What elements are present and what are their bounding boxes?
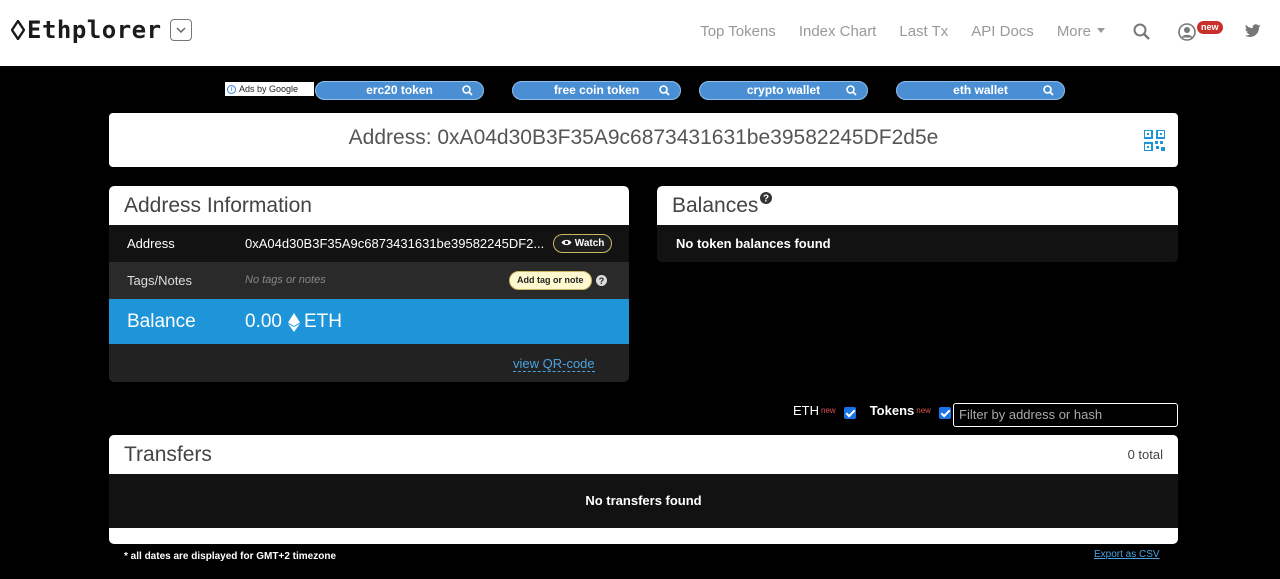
ad-pill-label: free coin token — [553, 83, 640, 97]
ad-pill-free-coin-token[interactable]: free coin token — [512, 81, 681, 100]
twitter-icon[interactable] — [1245, 24, 1261, 38]
nav-top-tokens[interactable]: Top Tokens — [700, 23, 776, 40]
search-icon — [462, 85, 473, 96]
panel-header: Transfers 0 total — [109, 435, 1178, 474]
nav-more-label: More — [1056, 23, 1091, 40]
ad-pill-label: erc20 token — [366, 83, 433, 97]
transfers-empty: No transfers found — [109, 474, 1178, 528]
address-information-panel: Address Information Address 0xA04d30B3F3… — [109, 186, 629, 382]
transfer-filters: ETH new Tokens new — [793, 403, 951, 419]
balance-value: 0.00 — [245, 311, 282, 332]
help-icon[interactable]: ? — [596, 275, 607, 286]
ad-pill-erc20-token[interactable]: erc20 token — [315, 81, 484, 100]
tags-label: Tags/Notes — [127, 273, 193, 288]
filter-input[interactable]: Filter by address or hash — [953, 403, 1178, 427]
nav-api-docs[interactable]: API Docs — [971, 23, 1034, 40]
eth-filter-checkbox[interactable] — [843, 406, 856, 419]
search-icon[interactable] — [1133, 23, 1150, 40]
export-csv-link[interactable]: Export as CSV — [1094, 549, 1160, 560]
ad-pill-label: crypto wallet — [746, 83, 821, 97]
transfers-title: Transfers — [124, 443, 212, 466]
panel-title: Address Information — [109, 186, 629, 225]
search-icon — [659, 85, 670, 96]
nav-more[interactable]: More — [1057, 23, 1105, 40]
logo-text: Ethplorer — [27, 16, 162, 44]
help-icon[interactable]: ? — [760, 192, 773, 205]
caret-down-icon — [1097, 28, 1105, 33]
ads-label-text: Ads by Google — [239, 84, 299, 94]
search-icon — [1043, 85, 1054, 96]
logo[interactable]: Ethplorer — [11, 16, 192, 44]
watch-button[interactable]: Watch — [553, 234, 613, 253]
tags-row: Tags/Notes No tags or notes Add tag or n… — [109, 262, 629, 299]
balance-unit: ETH — [303, 311, 342, 332]
transfers-panel: Transfers 0 total No transfers found — [109, 435, 1178, 544]
view-qr-code-link[interactable]: view QR-code — [513, 356, 595, 372]
transfers-total: 0 total — [1127, 447, 1163, 462]
logo-dropdown-toggle[interactable] — [169, 19, 192, 41]
balances-empty: No token balances found — [657, 225, 1178, 262]
ad-pill-eth-wallet[interactable]: eth wallet — [896, 81, 1065, 100]
new-label: new — [916, 406, 931, 415]
balance-label: Balance — [127, 311, 196, 332]
new-label: new — [821, 406, 836, 415]
nav-last-tx[interactable]: Last Tx — [899, 23, 948, 40]
timezone-note: * all dates are displayed for GMT+2 time… — [124, 551, 337, 562]
eye-icon — [561, 239, 572, 246]
top-navbar: Ethplorer Top Tokens Index Chart Last Tx… — [0, 0, 1280, 66]
eth-filter-label: ETH — [793, 403, 819, 418]
ad-pill-label: eth wallet — [953, 83, 1008, 97]
address-label: Address — [127, 236, 175, 251]
user-icon[interactable] — [1178, 23, 1196, 41]
info-icon: i — [227, 84, 236, 94]
add-tag-button[interactable]: Add tag or note — [509, 271, 592, 290]
balance-amount: 0.00 ETH — [245, 311, 342, 333]
page-title: Address: 0xA04d30B3F35A9c6873431631be395… — [348, 126, 939, 149]
new-badge: new — [1197, 21, 1223, 34]
main-nav: Top Tokens Index Chart Last Tx API Docs … — [677, 23, 1105, 40]
tags-value: No tags or notes — [245, 274, 326, 286]
eth-diamond-icon — [11, 20, 25, 40]
balances-panel: Balances? No token balances found — [657, 186, 1178, 262]
chevron-down-icon — [176, 27, 186, 33]
ad-pill-crypto-wallet[interactable]: crypto wallet — [699, 81, 868, 100]
panel-title-wrap: Balances? — [657, 186, 1178, 225]
ether-icon — [287, 312, 300, 332]
svg-text:?: ? — [763, 194, 769, 205]
search-icon — [846, 85, 857, 96]
address-row: Address 0xA04d30B3F35A9c6873431631be3958… — [109, 225, 629, 262]
tokens-filter-checkbox[interactable] — [938, 406, 951, 419]
watch-label: Watch — [574, 238, 605, 249]
address-value[interactable]: 0xA04d30B3F35A9c6873431631be39582245DF2.… — [245, 236, 544, 251]
address-header: Address: 0xA04d30B3F35A9c6873431631be395… — [109, 113, 1178, 167]
svg-text:?: ? — [599, 276, 605, 286]
nav-index-chart[interactable]: Index Chart — [799, 23, 877, 40]
qr-code-icon[interactable] — [1144, 130, 1165, 151]
balance-row: Balance 0.00 ETH — [109, 299, 629, 344]
tokens-filter-label: Tokens — [869, 403, 915, 418]
balances-title: Balances — [672, 194, 759, 217]
ads-by-google-label[interactable]: i Ads by Google — [225, 82, 314, 96]
